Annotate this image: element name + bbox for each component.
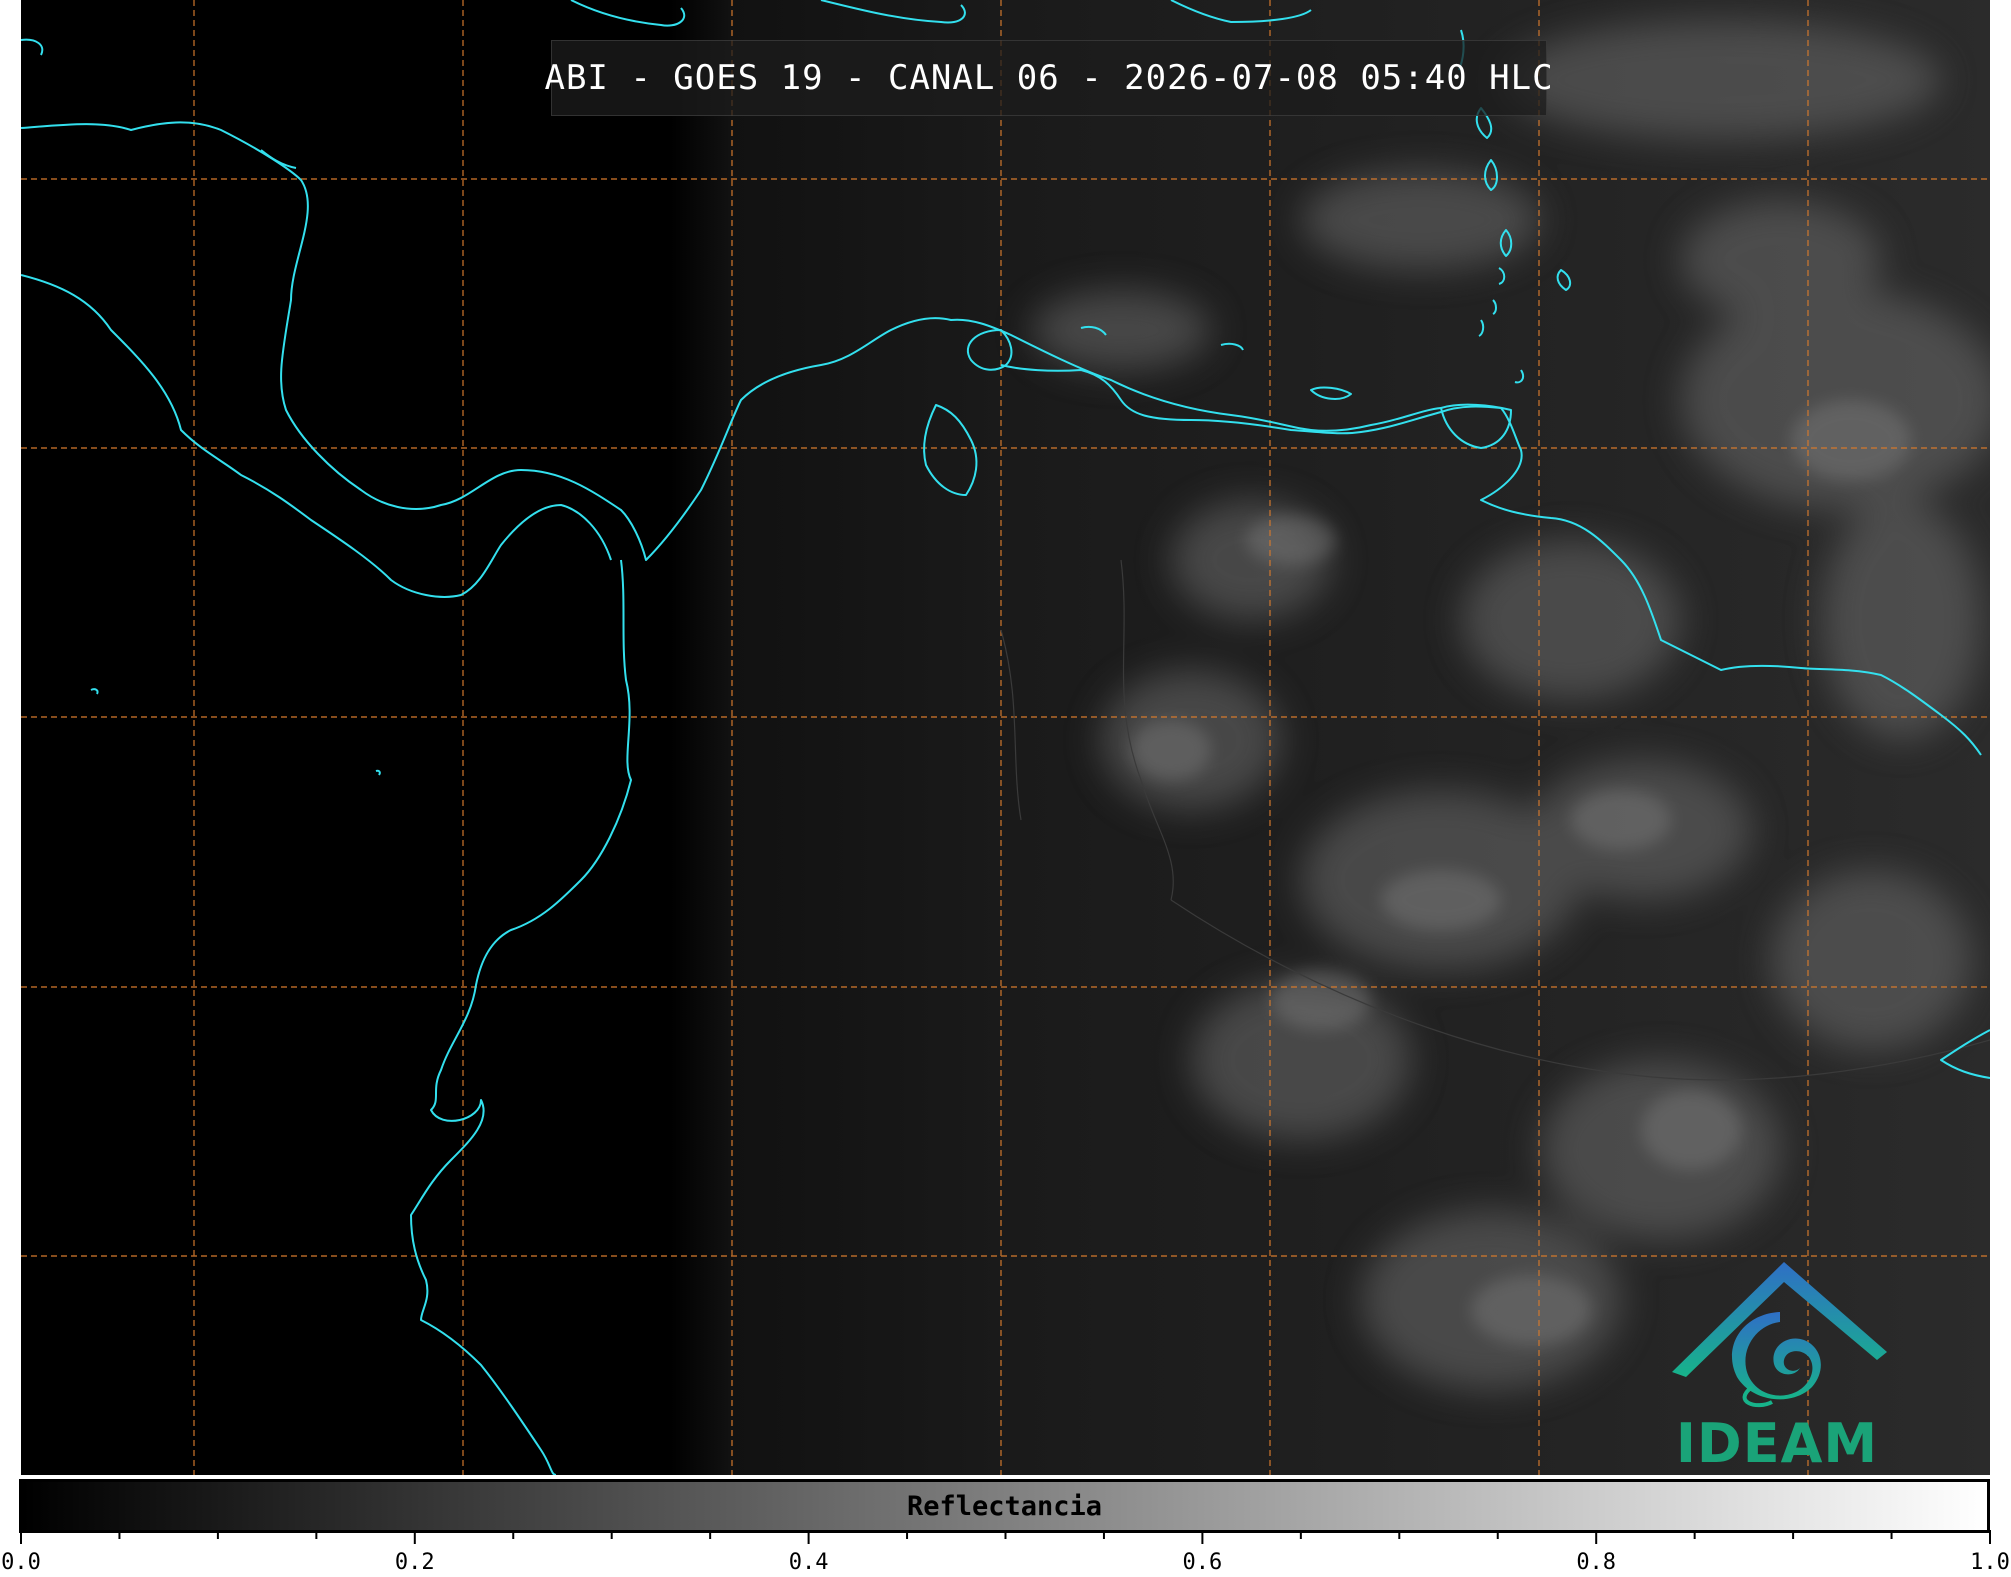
colorbar: Reflectancia — [19, 1479, 1990, 1533]
colorbar-label: Reflectancia — [906, 1490, 1103, 1522]
ideam-logo-text: IDEAM — [1675, 1412, 1879, 1475]
map-title: ABI - GOES 19 - CANAL 06 - 2026-07-08 05… — [544, 58, 1554, 98]
colorbar-tick-label: 0.8 — [1576, 1550, 1617, 1575]
satellite-map[interactable]: ABI - GOES 19 - CANAL 06 - 2026-07-08 05… — [21, 0, 1990, 1475]
colorbar-tick-label: 0.2 — [394, 1550, 435, 1575]
title-box: ABI - GOES 19 - CANAL 06 - 2026-07-08 05… — [544, 40, 1553, 116]
ideam-logo: IDEAM — [1662, 1252, 1892, 1475]
colorbar-tick-label: 0.0 — [1, 1550, 41, 1575]
colorbar-ticks — [20, 1530, 1991, 1544]
ideam-logo-icon — [1672, 1262, 1887, 1408]
colorbar-tick-label: 0.4 — [788, 1550, 829, 1575]
colorbar-tick-label: 1.0 — [1970, 1550, 2010, 1575]
colorbar-tick-label: 0.6 — [1182, 1550, 1223, 1575]
